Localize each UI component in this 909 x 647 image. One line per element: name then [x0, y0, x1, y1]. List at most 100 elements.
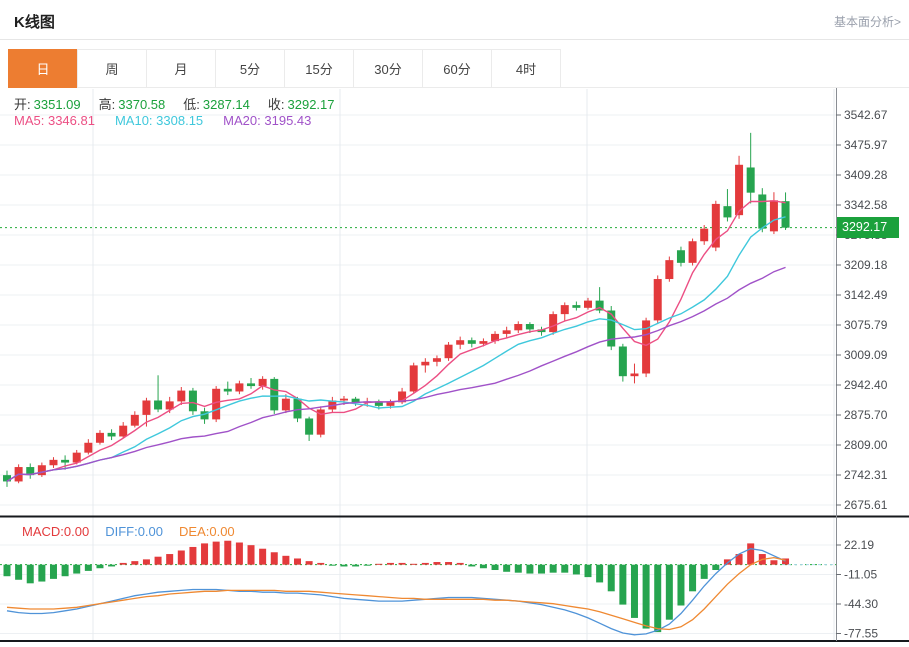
- macd-bar: [340, 564, 348, 567]
- candle: [549, 314, 558, 333]
- macd-bar: [270, 552, 278, 565]
- candle: [305, 418, 314, 435]
- candle: [386, 402, 395, 406]
- macd-bar: [73, 564, 81, 574]
- macd-bar: [386, 562, 394, 565]
- axis-tick-label: 3542.67: [844, 108, 888, 122]
- candle: [723, 206, 732, 218]
- macd-bar: [294, 558, 301, 565]
- candle: [444, 344, 453, 359]
- open-label: 开:: [14, 97, 31, 112]
- dea-value: 0.00: [209, 524, 235, 539]
- macd-bar: [212, 541, 220, 565]
- axis-tick-label: -44.30: [844, 597, 878, 611]
- macd-bar: [119, 562, 127, 565]
- macd-bar: [15, 564, 23, 580]
- dea-label: DEA:: [179, 524, 210, 539]
- macd-bar: [456, 562, 464, 565]
- ma10-value: 3308.15: [156, 113, 204, 128]
- macd-bar: [654, 564, 662, 633]
- candle: [711, 203, 720, 248]
- macd-bar: [479, 564, 487, 569]
- candle: [154, 400, 163, 410]
- high-label: 高:: [98, 97, 116, 112]
- macd-bar: [189, 546, 197, 565]
- macd-bar: [96, 564, 104, 569]
- axis-tick-label: 3209.18: [844, 258, 888, 272]
- candle: [607, 310, 616, 347]
- macd-bar: [514, 564, 522, 573]
- candle: [746, 167, 755, 193]
- candle: [339, 398, 348, 401]
- candle: [781, 201, 790, 228]
- candle: [107, 432, 116, 437]
- macd-bar: [154, 556, 162, 565]
- candle: [432, 358, 441, 362]
- macd-readout: MACD:0.00 DIFF:0.00 DEA:0.00: [22, 524, 235, 539]
- candle: [630, 373, 639, 377]
- macd-bar: [177, 550, 185, 565]
- low-value: 3287.14: [202, 97, 250, 112]
- candle: [281, 398, 290, 411]
- macd-bar: [398, 562, 406, 565]
- macd-bar: [282, 555, 290, 565]
- low-label: 低:: [183, 97, 200, 112]
- candle: [142, 400, 151, 415]
- macd-bar: [468, 564, 476, 567]
- axis-tick-label: 3009.09: [844, 348, 888, 362]
- candle: [130, 414, 139, 426]
- macd-bar: [572, 564, 580, 575]
- candle: [479, 341, 488, 344]
- candle: [421, 361, 430, 366]
- candle: [456, 340, 465, 345]
- candle: [223, 388, 232, 392]
- macd-bar: [84, 564, 92, 571]
- candles-group: [3, 132, 790, 487]
- candle: [37, 465, 46, 476]
- macd-bar: [433, 562, 441, 565]
- candle: [3, 475, 11, 482]
- macd-bar: [328, 564, 336, 566]
- axis-tick-label: 2875.70: [844, 408, 888, 422]
- macd-bar: [665, 564, 673, 620]
- candle: [514, 324, 523, 331]
- macd-bar: [549, 564, 557, 573]
- macd-bar: [247, 545, 255, 565]
- ohlc-readout: 开: 3351.09 高: 3370.58 低: 3287.14 收: 3292.17: [14, 94, 335, 113]
- macd-bar: [224, 540, 232, 565]
- candle: [247, 383, 256, 387]
- macd-bar: [235, 542, 243, 565]
- candle: [735, 164, 744, 216]
- candle: [572, 305, 581, 308]
- macd-bar: [677, 564, 685, 606]
- candle: [467, 340, 476, 344]
- macd-bar: [305, 561, 313, 565]
- ma5-label: MA5:: [14, 113, 45, 128]
- axis-tick-label: 3075.79: [844, 318, 888, 332]
- macd-bar: [26, 564, 34, 584]
- macd-label: MACD:: [22, 524, 64, 539]
- diff-label: DIFF:: [105, 524, 138, 539]
- macd-bar: [108, 564, 116, 567]
- axis-tick-label: -77.55: [844, 627, 878, 641]
- kline-page: K线图 基本面分析> 日 周 月 5分 15分 30分 60分 4时 3542.…: [0, 0, 909, 647]
- ma-lines-group: [6, 200, 786, 482]
- macd-bar: [3, 564, 11, 577]
- macd-bar: [352, 564, 360, 567]
- candle: [653, 279, 662, 321]
- candle: [95, 432, 104, 443]
- axis-tick-label: -11.05: [844, 568, 877, 582]
- macd-bar: [131, 561, 139, 565]
- candle: [560, 305, 569, 315]
- ma-readout: MA5: 3346.81 MA10: 3308.15 MA20: 3195.43: [14, 113, 311, 128]
- ma10-label: MA10:: [114, 113, 153, 128]
- candle: [676, 250, 685, 263]
- macd-bar: [642, 564, 650, 629]
- macd-bar: [619, 564, 627, 605]
- candle: [270, 378, 279, 411]
- macd-bar: [410, 563, 418, 565]
- candle: [665, 260, 674, 280]
- axis-tick-label: 3475.97: [844, 138, 888, 152]
- macd-bar: [723, 559, 731, 565]
- candle: [177, 390, 186, 402]
